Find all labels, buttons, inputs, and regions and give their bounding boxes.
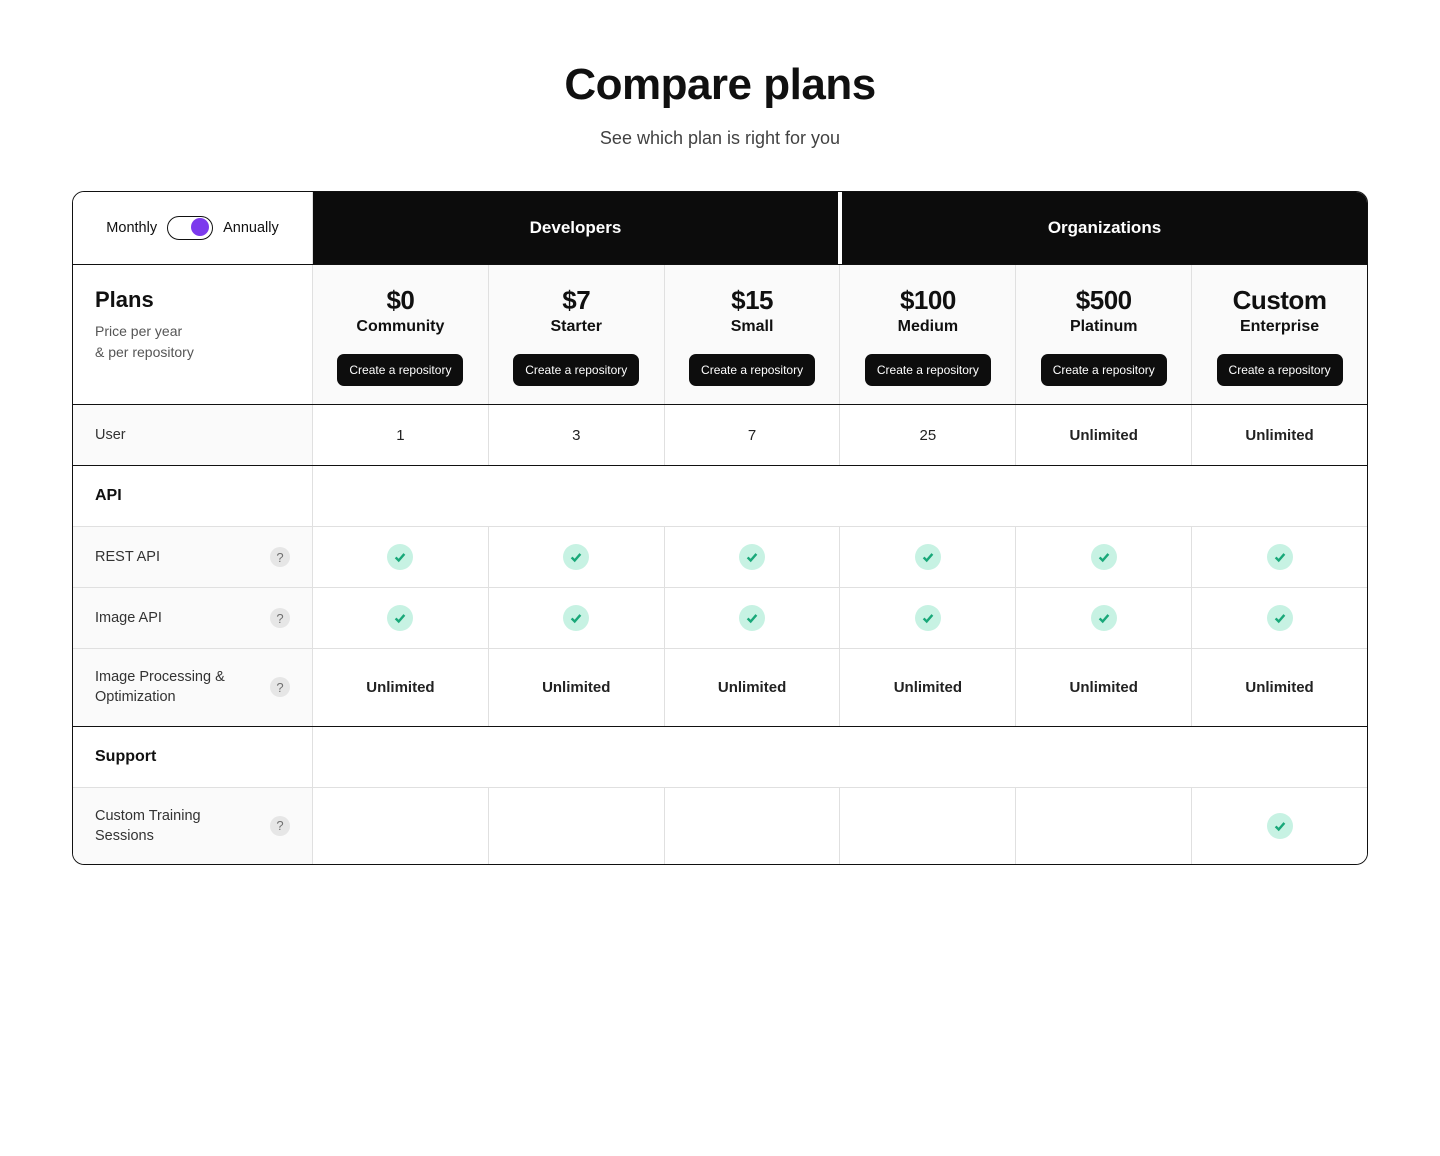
cell: [1016, 788, 1192, 865]
cell: [840, 788, 1016, 865]
cell: 1: [313, 405, 489, 465]
billing-toggle[interactable]: [167, 216, 213, 240]
plan-name: Starter: [550, 318, 602, 336]
check-icon: [1267, 605, 1293, 631]
empty-cell: [313, 727, 1367, 787]
check-icon: [915, 544, 941, 570]
cell: [489, 788, 665, 865]
plan-col-community: $0 Community Create a repository: [313, 265, 489, 404]
create-repo-button[interactable]: Create a repository: [1041, 354, 1167, 386]
create-repo-button[interactable]: Create a repository: [689, 354, 815, 386]
page-title: Compare plans: [72, 60, 1368, 110]
plan-col-enterprise: Custom Enterprise Create a repository: [1192, 265, 1367, 404]
billing-toggle-cell: Monthly Annually: [73, 192, 313, 264]
help-icon[interactable]: ?: [270, 547, 290, 567]
plan-price: $500: [1076, 285, 1132, 316]
cell: [489, 588, 665, 648]
check-icon: [387, 605, 413, 631]
cell: [313, 788, 489, 865]
cell: [489, 527, 665, 587]
plan-col-medium: $100 Medium Create a repository: [840, 265, 1016, 404]
page-subtitle: See which plan is right for you: [72, 128, 1368, 149]
create-repo-button[interactable]: Create a repository: [1217, 354, 1343, 386]
check-icon: [739, 544, 765, 570]
cell: Unlimited: [1016, 649, 1192, 726]
plan-name: Community: [356, 318, 444, 336]
cell: [313, 527, 489, 587]
cell: [665, 527, 841, 587]
row-label-training: Custom Training Sessions ?: [73, 788, 313, 865]
cell: [313, 588, 489, 648]
cell: Unlimited: [1192, 405, 1367, 465]
compare-table: Monthly Annually Developers Organization…: [72, 191, 1368, 865]
group-header-organizations: Organizations: [842, 192, 1367, 264]
help-icon[interactable]: ?: [270, 816, 290, 836]
row-label-user: User: [73, 405, 313, 465]
plan-price: $7: [562, 285, 590, 316]
check-icon: [1267, 544, 1293, 570]
cell: Unlimited: [840, 649, 1016, 726]
cell: Unlimited: [489, 649, 665, 726]
cell: [1016, 588, 1192, 648]
help-icon[interactable]: ?: [270, 608, 290, 628]
cell: 3: [489, 405, 665, 465]
plan-price: $15: [731, 285, 773, 316]
toggle-label-annually: Annually: [223, 220, 279, 236]
cell: [665, 588, 841, 648]
create-repo-button[interactable]: Create a repository: [337, 354, 463, 386]
cell: Unlimited: [1192, 649, 1367, 726]
row-label-image-processing: Image Processing & Optimization ?: [73, 649, 313, 726]
plan-price: $100: [900, 285, 956, 316]
cell: Unlimited: [665, 649, 841, 726]
plan-name: Small: [731, 318, 774, 336]
row-label-image-api: Image API ?: [73, 588, 313, 648]
cell: [1016, 527, 1192, 587]
check-icon: [1091, 544, 1117, 570]
toggle-label-monthly: Monthly: [106, 220, 157, 236]
plan-col-platinum: $500 Platinum Create a repository: [1016, 265, 1192, 404]
plans-sub2: & per repository: [95, 342, 290, 363]
plan-col-small: $15 Small Create a repository: [665, 265, 841, 404]
create-repo-button[interactable]: Create a repository: [513, 354, 639, 386]
check-icon: [915, 605, 941, 631]
plan-price: $0: [386, 285, 414, 316]
check-icon: [1267, 813, 1293, 839]
section-header-support: Support: [73, 727, 313, 787]
plans-title: Plans: [95, 287, 290, 313]
cell: [1192, 588, 1367, 648]
check-icon: [563, 605, 589, 631]
plan-price: Custom: [1233, 285, 1327, 316]
check-icon: [739, 605, 765, 631]
plan-name: Platinum: [1070, 318, 1138, 336]
cell: [1192, 788, 1367, 865]
cell: 7: [665, 405, 841, 465]
plan-col-starter: $7 Starter Create a repository: [489, 265, 665, 404]
cell: 25: [840, 405, 1016, 465]
plan-name: Medium: [898, 318, 958, 336]
check-icon: [563, 544, 589, 570]
help-icon[interactable]: ?: [270, 677, 290, 697]
check-icon: [387, 544, 413, 570]
create-repo-button[interactable]: Create a repository: [865, 354, 991, 386]
plans-label-cell: Plans Price per year & per repository: [73, 265, 313, 404]
section-header-api: API: [73, 466, 313, 526]
cell: Unlimited: [313, 649, 489, 726]
plan-name: Enterprise: [1240, 318, 1319, 336]
cell: [840, 527, 1016, 587]
row-label-rest-api: REST API ?: [73, 527, 313, 587]
plans-sub1: Price per year: [95, 321, 290, 342]
empty-cell: [313, 466, 1367, 526]
cell: [840, 588, 1016, 648]
cell: [665, 788, 841, 865]
cell: [1192, 527, 1367, 587]
cell: Unlimited: [1016, 405, 1192, 465]
group-header-developers: Developers: [313, 192, 842, 264]
check-icon: [1091, 605, 1117, 631]
